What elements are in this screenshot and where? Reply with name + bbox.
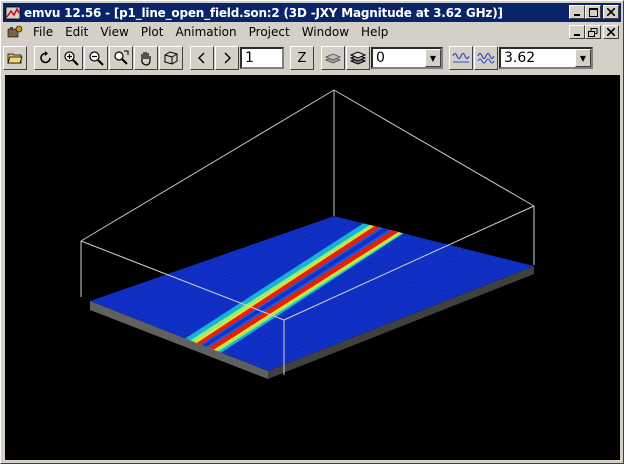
wave-alt-button[interactable] <box>474 46 498 70</box>
minimize-button[interactable] <box>569 5 585 19</box>
frame-input[interactable]: 1 <box>240 47 284 69</box>
rotate-button[interactable] <box>34 46 58 70</box>
level-select[interactable]: 0 ▼ <box>371 47 443 69</box>
menu-project[interactable]: Project <box>243 25 296 39</box>
doc-icon[interactable] <box>7 24 23 40</box>
pan-button[interactable] <box>134 46 158 70</box>
pan-hand-icon <box>141 52 151 66</box>
chevron-down-icon[interactable]: ▼ <box>575 49 591 67</box>
menu-help[interactable]: Help <box>355 25 394 39</box>
app-window: emvu 12.56 - [p1_line_open_field.son:2 (… <box>0 0 624 464</box>
child-restore-button[interactable] <box>585 25 601 39</box>
layers-icon <box>325 53 341 64</box>
zoom-box-button[interactable] <box>109 46 133 70</box>
menu-plot[interactable]: Plot <box>135 25 170 39</box>
menu-window[interactable]: Window <box>296 25 355 39</box>
previous-button[interactable] <box>190 46 214 70</box>
app-icon[interactable] <box>5 5 21 21</box>
wave-alt-icon <box>477 52 495 64</box>
wave-icon <box>452 52 470 63</box>
level-select-value: 0 <box>376 50 385 66</box>
next-icon <box>224 52 231 64</box>
bounding-box-back <box>80 89 535 242</box>
child-close-button[interactable] <box>603 25 619 39</box>
zoom-box-icon <box>114 50 129 65</box>
toolbar: 1 Z 0 ▼ 3.62 ▼ <box>3 43 621 73</box>
rotate-icon <box>40 51 51 64</box>
menu-view[interactable]: View <box>94 25 134 39</box>
next-button[interactable] <box>215 46 239 70</box>
current-density-plot <box>80 89 535 379</box>
layers-button[interactable] <box>321 46 345 70</box>
close-icon <box>607 28 615 36</box>
field-plane <box>90 216 534 371</box>
frequency-select[interactable]: 3.62 ▼ <box>499 47 593 69</box>
menu-animation[interactable]: Animation <box>169 25 242 39</box>
restore-icon <box>588 27 598 37</box>
close-button[interactable] <box>603 5 619 19</box>
menu-file[interactable]: File <box>27 25 59 39</box>
stack-button[interactable] <box>346 46 370 70</box>
3d-viewport[interactable] <box>5 75 620 460</box>
stack-icon <box>350 51 366 65</box>
maximize-icon <box>588 7 598 17</box>
child-minimize-button[interactable] <box>569 25 585 39</box>
prev-icon <box>198 52 205 64</box>
close-icon <box>607 8 615 16</box>
maximize-button[interactable] <box>585 5 601 19</box>
menu-edit[interactable]: Edit <box>59 25 94 39</box>
z-axis-button[interactable]: Z <box>290 46 314 70</box>
zoom-in-button[interactable] <box>59 46 83 70</box>
zoom-in-icon <box>64 51 79 66</box>
cube-view-icon <box>164 51 178 65</box>
open-folder-icon <box>7 53 23 64</box>
wave-button[interactable] <box>449 46 473 70</box>
title-bar[interactable]: emvu 12.56 - [p1_line_open_field.son:2 (… <box>3 3 621 22</box>
zoom-out-button[interactable] <box>84 46 108 70</box>
chevron-down-icon[interactable]: ▼ <box>425 49 441 67</box>
minimize-icon <box>574 34 580 36</box>
menu-bar: File Edit View Plot Animation Project Wi… <box>3 22 621 42</box>
open-button[interactable] <box>3 46 27 70</box>
frequency-select-value: 3.62 <box>504 50 536 66</box>
minimize-icon <box>574 14 580 16</box>
window-title: emvu 12.56 - [p1_line_open_field.son:2 (… <box>24 5 503 20</box>
zoom-out-icon <box>89 51 104 66</box>
z-axis-icon: Z <box>297 50 307 66</box>
cube-view-button[interactable] <box>159 46 183 70</box>
